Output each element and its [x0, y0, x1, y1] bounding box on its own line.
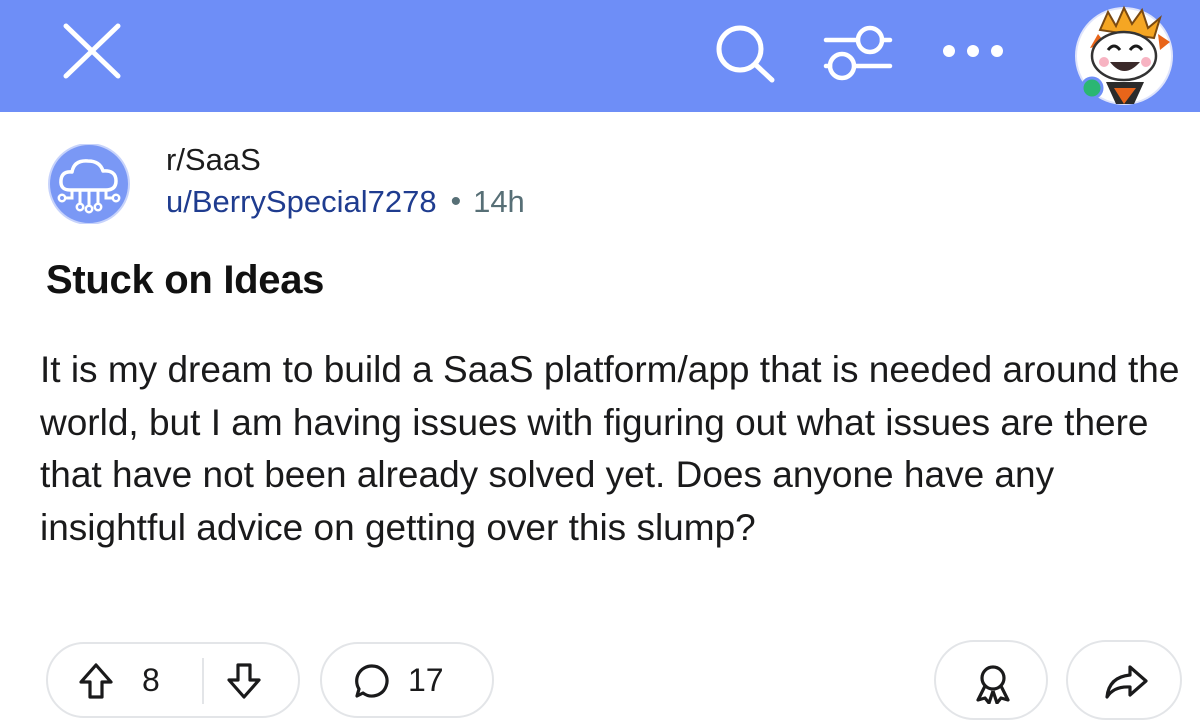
filter-icon[interactable] — [822, 24, 894, 84]
vote-score: 8 — [142, 662, 160, 698]
comments-button[interactable]: 17 — [320, 642, 494, 718]
more-icon[interactable] — [938, 38, 1008, 64]
top-bar — [0, 0, 1200, 112]
post-title: Stuck on Ideas — [46, 258, 325, 302]
downvote-icon[interactable] — [226, 662, 262, 700]
meta-separator: • — [450, 185, 462, 218]
online-status-dot — [1080, 76, 1104, 100]
community-cloud-network-icon[interactable] — [44, 144, 134, 224]
upvote-icon[interactable] — [78, 662, 114, 700]
post-body: It is my dream to build a SaaS platform/… — [40, 349, 1180, 548]
award-icon — [976, 665, 1010, 704]
share-button[interactable] — [1066, 640, 1182, 720]
subreddit-link[interactable]: r/SaaS — [166, 142, 261, 178]
vote-divider — [202, 658, 204, 704]
author-link[interactable]: u/BerrySpecial7278 — [166, 184, 437, 220]
comment-bubble-icon — [354, 663, 390, 699]
comment-count: 17 — [408, 662, 444, 698]
close-icon[interactable] — [58, 22, 126, 80]
vote-bar: 8 — [46, 642, 300, 718]
share-icon — [1105, 665, 1148, 699]
user-avatar[interactable] — [1070, 4, 1180, 108]
post-meta: u/BerrySpecial7278 • 14h — [166, 184, 525, 220]
post-age: 14h — [473, 184, 525, 219]
search-icon[interactable] — [712, 22, 778, 84]
award-button[interactable] — [934, 640, 1048, 720]
